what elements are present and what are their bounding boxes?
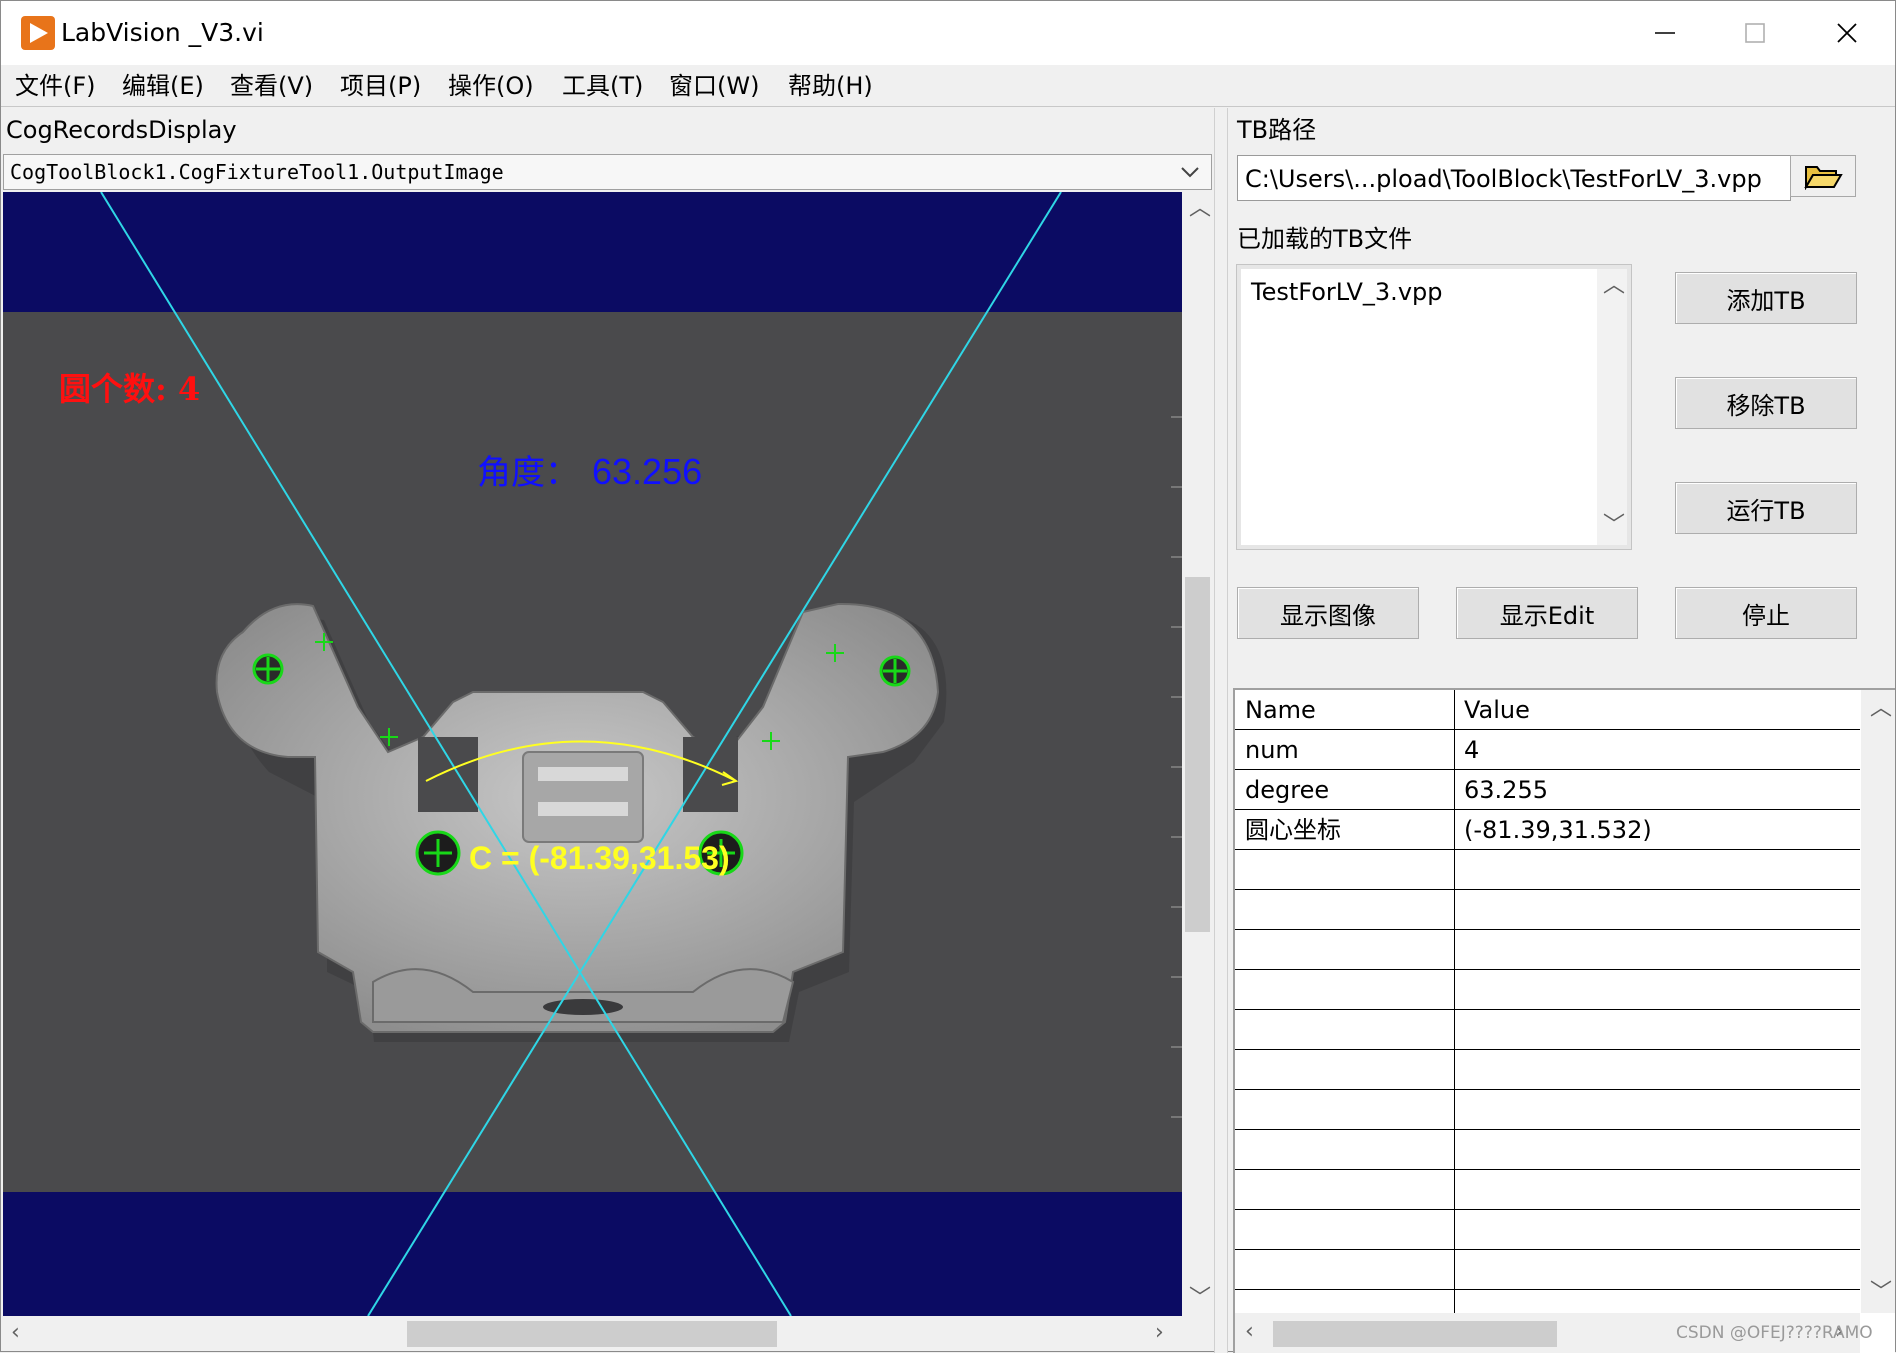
maximize-button[interactable]: [1709, 1, 1801, 65]
image-record-value: CogToolBlock1.CogFixtureTool1.OutputImag…: [10, 160, 504, 184]
loaded-tb-label: 已加载的TB文件: [1237, 225, 1413, 253]
table-row[interactable]: num 4: [1235, 730, 1860, 770]
scroll-up-icon[interactable]: ︿: [1870, 698, 1892, 720]
menu-project[interactable]: 项目(P): [340, 70, 421, 102]
table-vertical-scrollbar[interactable]: ︿ ﹀: [1861, 690, 1895, 1313]
maximize-icon: [1745, 23, 1765, 43]
table-header-row: Name Value: [1235, 690, 1860, 730]
empty-table-row[interactable]: [1235, 850, 1860, 890]
toolblock-panel: TB路径 C:\Users\...pload\ToolBlock\TestFor…: [1228, 108, 1895, 1353]
cell-name: 圆心坐标: [1245, 816, 1341, 844]
menu-bar: 文件(F) 编辑(E) 查看(V) 项目(P) 操作(O) 工具(T) 窗口(W…: [1, 65, 1895, 107]
close-icon: [1837, 23, 1857, 43]
list-item[interactable]: TestForLV_3.vpp: [1251, 277, 1442, 307]
results-table[interactable]: Name Value num 4 degree 63.255 圆心坐标 (-81…: [1233, 688, 1895, 1353]
scroll-up-icon[interactable]: ︿: [1603, 275, 1625, 297]
image-record-select[interactable]: CogToolBlock1.CogFixtureTool1.OutputImag…: [3, 154, 1212, 190]
column-header-value: Value: [1464, 696, 1530, 724]
scroll-left-icon[interactable]: ‹: [1245, 1321, 1254, 1343]
menu-operate[interactable]: 操作(O): [448, 70, 534, 102]
show-image-button[interactable]: 显示图像: [1237, 587, 1419, 639]
circle-count-text: 圆个数: 4: [59, 370, 200, 408]
labview-app-icon: [21, 16, 55, 50]
display-vertical-scrollbar[interactable]: ︿ ﹀: [1182, 192, 1213, 1316]
table-hscroll-thumb[interactable]: [1273, 1321, 1557, 1347]
display-hscroll-thumb[interactable]: [407, 1321, 777, 1347]
tb-path-value: C:\Users\...pload\ToolBlock\TestForLV_3.…: [1245, 165, 1762, 193]
minimize-button[interactable]: [1619, 1, 1711, 65]
scroll-right-icon[interactable]: ›: [1155, 1322, 1164, 1344]
menu-view[interactable]: 查看(V): [230, 70, 313, 102]
title-bar: LabVision _V3.vi: [1, 1, 1895, 65]
scroll-up-icon[interactable]: ︿: [1189, 198, 1211, 220]
close-button[interactable]: [1801, 1, 1893, 65]
center-coord-text: C = (-81.39,31.53): [469, 840, 730, 876]
menu-window[interactable]: 窗口(W): [669, 70, 759, 102]
empty-table-row[interactable]: [1235, 930, 1860, 970]
menu-help[interactable]: 帮助(H): [788, 70, 873, 102]
minimize-icon: [1655, 32, 1675, 34]
listbox-scrollbar[interactable]: ︿ ﹀: [1597, 269, 1627, 545]
empty-table-row[interactable]: [1235, 1050, 1860, 1090]
inspection-image: 圆个数: 4 角度： 63.256 C = (-81.39,31.53): [3, 192, 1182, 1316]
tb-path-field[interactable]: C:\Users\...pload\ToolBlock\TestForLV_3.…: [1237, 155, 1791, 201]
loaded-tb-listbox[interactable]: TestForLV_3.vpp ︿ ﹀: [1236, 264, 1632, 550]
window-title: LabVision _V3.vi: [61, 18, 264, 47]
image-viewport[interactable]: 圆个数: 4 角度： 63.256 C = (-81.39,31.53): [3, 192, 1182, 1316]
cell-value: 63.255: [1464, 776, 1548, 804]
chevron-down-icon: [1181, 167, 1199, 178]
empty-table-row[interactable]: [1235, 1010, 1860, 1050]
run-tb-button[interactable]: 运行TB: [1675, 482, 1857, 534]
watermark: CSDN @OFEJ????RAMO: [1676, 1323, 1873, 1343]
menu-file[interactable]: 文件(F): [15, 70, 96, 102]
empty-table-row[interactable]: [1235, 1130, 1860, 1170]
browse-button[interactable]: [1790, 155, 1856, 197]
angle-label: 角度：: [477, 453, 579, 493]
display-horizontal-scrollbar[interactable]: ‹ ›: [3, 1316, 1182, 1350]
empty-table-row[interactable]: [1235, 970, 1860, 1010]
scroll-down-icon[interactable]: ﹀: [1603, 515, 1625, 537]
column-header-name: Name: [1245, 696, 1316, 724]
angle-value: 63.256: [592, 451, 702, 492]
empty-table-row[interactable]: [1235, 1170, 1860, 1210]
scroll-down-icon[interactable]: ﹀: [1189, 1288, 1211, 1310]
folder-open-icon: [1804, 166, 1843, 190]
empty-table-row[interactable]: [1235, 890, 1860, 930]
labview-window: LabVision _V3.vi 文件(F) 编辑(E) 查看(V) 项目(P)…: [0, 0, 1896, 1353]
table-row[interactable]: 圆心坐标 (-81.39,31.532): [1235, 810, 1860, 850]
cell-name: degree: [1245, 776, 1330, 804]
display-vscroll-thumb[interactable]: [1185, 577, 1210, 932]
records-display-panel: CogRecordsDisplay CogToolBlock1.CogFixtu…: [1, 108, 1214, 1353]
add-tb-button[interactable]: 添加TB: [1675, 272, 1857, 324]
empty-table-row[interactable]: [1235, 1210, 1860, 1250]
empty-table-row[interactable]: [1235, 1250, 1860, 1290]
menu-edit[interactable]: 编辑(E): [122, 70, 204, 102]
cell-name: num: [1245, 736, 1299, 764]
scroll-left-icon[interactable]: ‹: [11, 1322, 20, 1344]
stop-button[interactable]: 停止: [1675, 587, 1857, 639]
menu-tools[interactable]: 工具(T): [562, 70, 643, 102]
records-display-label: CogRecordsDisplay: [6, 116, 237, 144]
tb-path-label: TB路径: [1237, 116, 1317, 144]
column-divider[interactable]: [1454, 690, 1455, 1313]
empty-table-row[interactable]: [1235, 1090, 1860, 1130]
remove-tb-button[interactable]: 移除TB: [1675, 377, 1857, 429]
cell-value: (-81.39,31.532): [1464, 816, 1652, 844]
table-row[interactable]: degree 63.255: [1235, 770, 1860, 810]
scroll-down-icon[interactable]: ﹀: [1870, 1282, 1892, 1304]
show-edit-button[interactable]: 显示Edit: [1456, 587, 1638, 639]
panel-splitter[interactable]: [1214, 108, 1228, 1353]
cell-value: 4: [1464, 736, 1480, 764]
